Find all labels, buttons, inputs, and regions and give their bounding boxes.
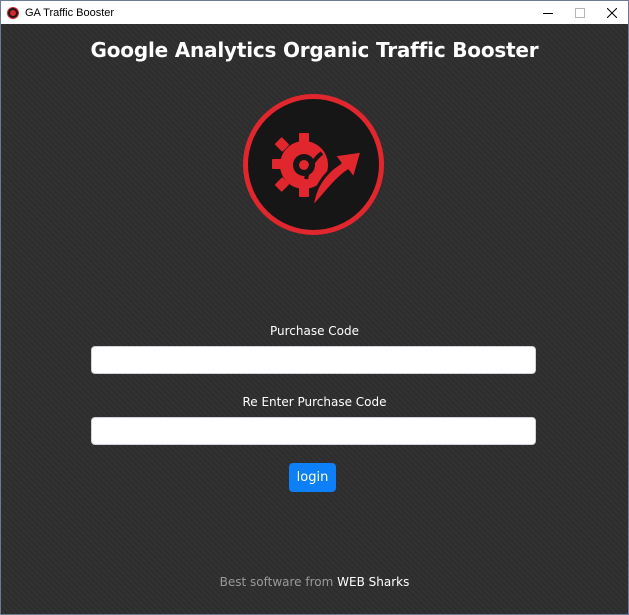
maximize-button[interactable] — [564, 1, 596, 24]
minimize-icon — [543, 12, 553, 14]
login-button[interactable]: login — [289, 463, 336, 492]
window-title: GA Traffic Booster — [25, 6, 115, 19]
close-icon — [607, 7, 617, 18]
footer-brand: WEB Sharks — [337, 575, 410, 589]
main-content: Google Analytics Organic Traffic Booster… — [1, 24, 628, 614]
footer: Best software from WEB Sharks — [1, 575, 628, 589]
purchase-code-input[interactable] — [91, 346, 536, 374]
minimize-button[interactable] — [532, 1, 564, 24]
title-bar[interactable]: GA Traffic Booster — [1, 1, 628, 24]
window-controls — [532, 1, 628, 24]
purchase-code-label: Purchase Code — [269, 324, 360, 338]
reenter-purchase-code-label: Re Enter Purchase Code — [242, 395, 387, 409]
maximize-icon — [575, 7, 585, 18]
page-title: Google Analytics Organic Traffic Booster — [90, 38, 539, 62]
footer-text: Best software from — [219, 575, 334, 589]
close-button[interactable] — [596, 1, 628, 24]
app-logo-icon — [7, 6, 19, 19]
reenter-purchase-code-input[interactable] — [91, 417, 536, 445]
app-window: GA Traffic Booster Google Analytics Orga… — [0, 0, 629, 615]
gear-arrow-logo-icon — [243, 94, 384, 235]
